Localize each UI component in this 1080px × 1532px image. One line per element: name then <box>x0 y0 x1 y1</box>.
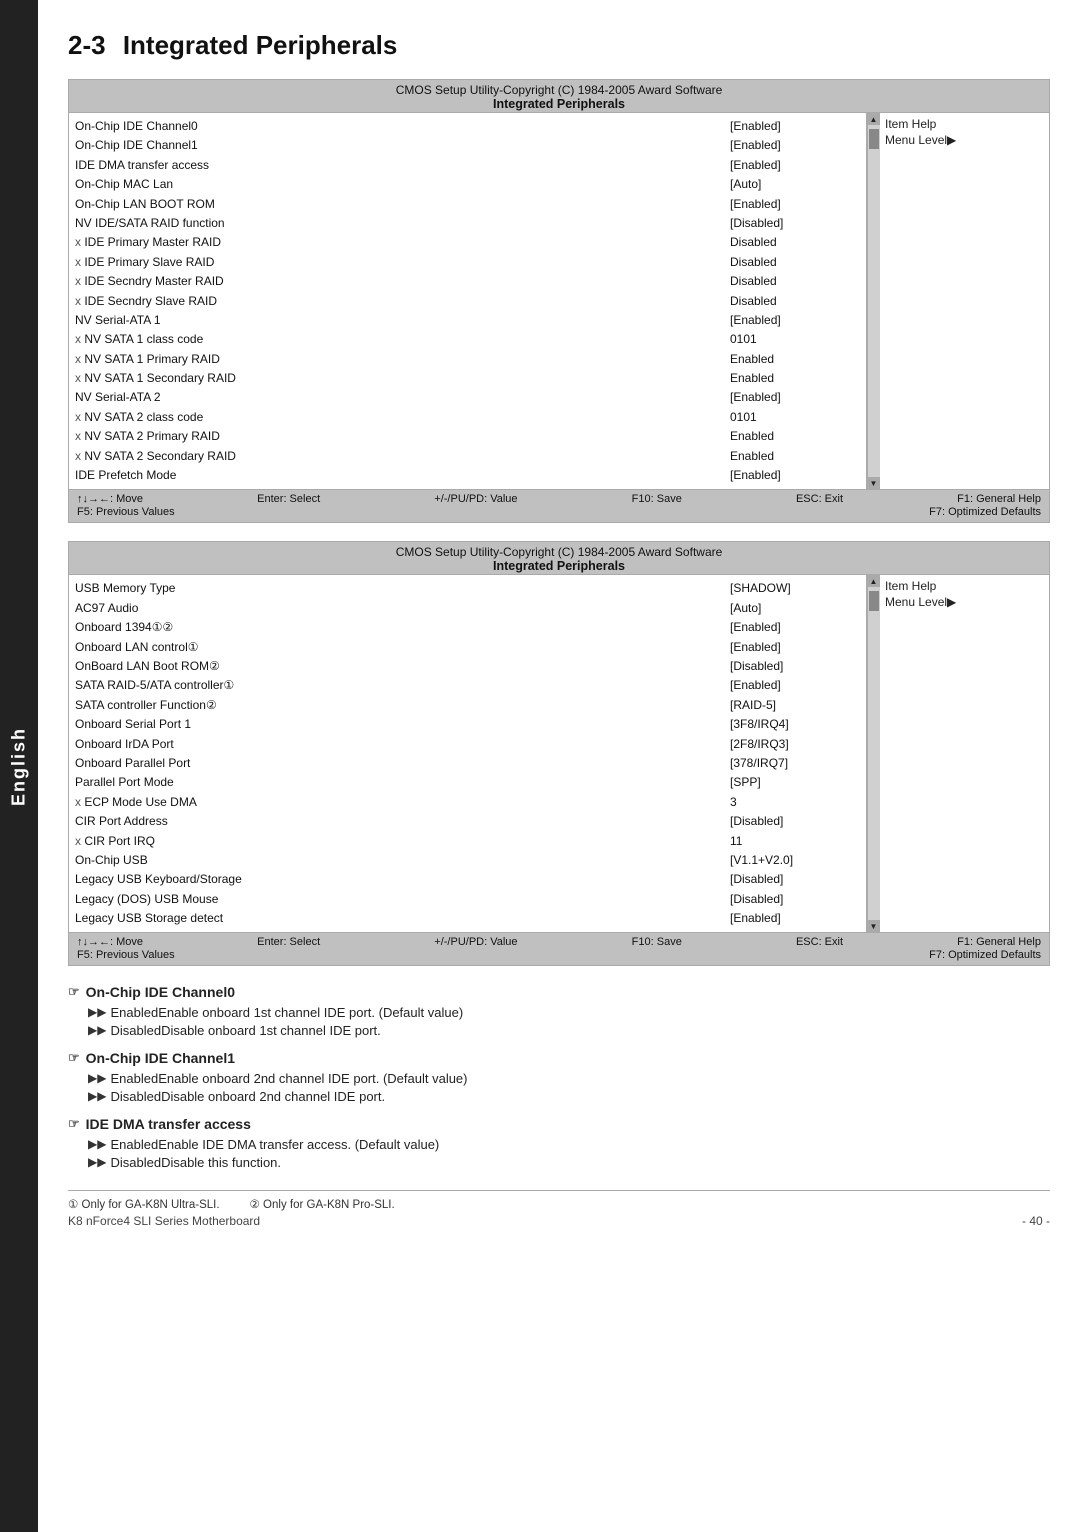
bios-row: NV SATA 2 Primary RAIDEnabled <box>75 427 860 446</box>
bios-header-1: CMOS Setup Utility-Copyright (C) 1984-20… <box>69 80 1049 113</box>
bios-row: IDE Primary Slave RAIDDisabled <box>75 253 860 272</box>
bios-footer-row2-1: F5: Previous Values F7: Optimized Defaul… <box>77 506 1041 518</box>
bios-row: IDE Secndry Master RAIDDisabled <box>75 272 860 291</box>
bios-row: SATA controller Function②[RAID-5] <box>75 696 860 715</box>
bios-row: On-Chip IDE Channel1[Enabled] <box>75 136 860 155</box>
descriptions-container: ☞On-Chip IDE Channel0 ▶▶EnabledEnable onb… <box>68 984 1050 1170</box>
bios-screen-2: CMOS Setup Utility-Copyright (C) 1984-20… <box>68 541 1050 966</box>
bios-scrollbar-2[interactable]: ▲ ▼ <box>867 575 879 932</box>
bios-footer-2: ↑↓→←: Move Enter: Select +/-/PU/PD: Valu… <box>69 932 1049 965</box>
desc-title-on-chip-ide0: ☞On-Chip IDE Channel0 <box>68 984 1050 1000</box>
bios-row: ECP Mode Use DMA3 <box>75 793 860 812</box>
page-title: 2-3 Integrated Peripherals <box>68 30 1050 61</box>
bios-row: AC97 Audio[Auto] <box>75 599 860 618</box>
bullet-arrow-icon: ▶▶ <box>88 1137 106 1151</box>
bios-header-2: CMOS Setup Utility-Copyright (C) 1984-20… <box>69 542 1049 575</box>
bios-scrollbar-1[interactable]: ▲ ▼ <box>867 113 879 489</box>
bios-help-1: Item Help Menu Level▶ <box>879 113 1049 489</box>
bios-row: Legacy USB Storage detect[Enabled] <box>75 909 860 928</box>
bios-row: Onboard Serial Port 1[3F8/IRQ4] <box>75 715 860 734</box>
desc-section-on-chip-ide0: ☞On-Chip IDE Channel0 ▶▶EnabledEnable onb… <box>68 984 1050 1038</box>
scroll-down-2[interactable]: ▼ <box>868 920 880 932</box>
bios-footer-row2-2: F5: Previous Values F7: Optimized Defaul… <box>77 949 1041 961</box>
bios-row: Legacy (DOS) USB Mouse[Disabled] <box>75 890 860 909</box>
footer-notes: ① Only for GA-K8N Ultra-SLI. ② Only for … <box>68 1190 1050 1228</box>
desc-item: ▶▶DisabledDisable this function. <box>68 1155 1050 1170</box>
bullet-arrow-icon: ▶▶ <box>88 1155 106 1169</box>
desc-title-ide-dma: ☞IDE DMA transfer access <box>68 1116 1050 1132</box>
bios-row: SATA RAID-5/ATA controller①[Enabled] <box>75 676 860 695</box>
bios-row: Onboard IrDA Port[2F8/IRQ3] <box>75 735 860 754</box>
bullet-arrow-icon: ▶▶ <box>88 1089 106 1103</box>
bios-row: OnBoard LAN Boot ROM②[Disabled] <box>75 657 860 676</box>
desc-title-on-chip-ide1: ☞On-Chip IDE Channel1 <box>68 1050 1050 1066</box>
scroll-up-1[interactable]: ▲ <box>868 113 880 125</box>
bios-row: On-Chip MAC Lan[Auto] <box>75 175 860 194</box>
bios-row: IDE Prefetch Mode[Enabled] <box>75 466 860 485</box>
bios-footer-1: ↑↓→←: Move Enter: Select +/-/PU/PD: Valu… <box>69 489 1049 522</box>
bios-row: NV Serial-ATA 1[Enabled] <box>75 311 860 330</box>
arrow-icon: ☞ <box>68 1050 80 1066</box>
scroll-up-2[interactable]: ▲ <box>868 575 880 587</box>
desc-item: ▶▶EnabledEnable onboard 1st channel IDE … <box>68 1005 1050 1020</box>
bios-footer-row1-1: ↑↓→←: Move Enter: Select +/-/PU/PD: Valu… <box>77 493 1041 505</box>
bios-row: IDE Primary Master RAIDDisabled <box>75 233 860 252</box>
bios-row: CIR Port Address[Disabled] <box>75 812 860 831</box>
desc-section-ide-dma: ☞IDE DMA transfer access ▶▶EnabledEnable … <box>68 1116 1050 1170</box>
bios-row: USB Memory Type[SHADOW] <box>75 579 860 598</box>
bios-row: NV SATA 1 class code0101 <box>75 330 860 349</box>
bios-row: NV IDE/SATA RAID function[Disabled] <box>75 214 860 233</box>
bios-row: On-Chip LAN BOOT ROM[Enabled] <box>75 195 860 214</box>
bios-row: On-Chip USB[V1.1+V2.0] <box>75 851 860 870</box>
bios-footer-row1-2: ↑↓→←: Move Enter: Select +/-/PU/PD: Valu… <box>77 936 1041 948</box>
desc-item: ▶▶EnabledEnable onboard 2nd channel IDE … <box>68 1071 1050 1086</box>
arrow-icon: ☞ <box>68 984 80 1000</box>
bullet-arrow-icon: ▶▶ <box>88 1023 106 1037</box>
bios-row: NV SATA 2 class code0101 <box>75 408 860 427</box>
bios-main-1: On-Chip IDE Channel0[Enabled]On-Chip IDE… <box>69 113 867 489</box>
bios-row: Onboard LAN control①[Enabled] <box>75 638 860 657</box>
desc-item: ▶▶EnabledEnable IDE DMA transfer access.… <box>68 1137 1050 1152</box>
bios-main-2: USB Memory Type[SHADOW]AC97 Audio[Auto]O… <box>69 575 867 932</box>
bios-help-2: Item Help Menu Level▶ <box>879 575 1049 932</box>
bios-row: NV SATA 2 Secondary RAIDEnabled <box>75 447 860 466</box>
bios-row: NV SATA 1 Primary RAIDEnabled <box>75 350 860 369</box>
desc-section-on-chip-ide1: ☞On-Chip IDE Channel1 ▶▶EnabledEnable onb… <box>68 1050 1050 1104</box>
desc-item: ▶▶DisabledDisable onboard 1st channel ID… <box>68 1023 1050 1038</box>
bios-row: IDE DMA transfer access[Enabled] <box>75 156 860 175</box>
bullet-arrow-icon: ▶▶ <box>88 1005 106 1019</box>
bios-row: Legacy USB Keyboard/Storage[Disabled] <box>75 870 860 889</box>
bios-row: NV Serial-ATA 2[Enabled] <box>75 388 860 407</box>
bios-row: On-Chip IDE Channel0[Enabled] <box>75 117 860 136</box>
scroll-down-1[interactable]: ▼ <box>868 477 880 489</box>
side-tab-english: English <box>0 0 38 1532</box>
bios-row: Onboard 1394①②[Enabled] <box>75 618 860 637</box>
bullet-arrow-icon: ▶▶ <box>88 1071 106 1085</box>
desc-item: ▶▶DisabledDisable onboard 2nd channel ID… <box>68 1089 1050 1104</box>
bios-screen-1: CMOS Setup Utility-Copyright (C) 1984-20… <box>68 79 1050 523</box>
arrow-icon: ☞ <box>68 1116 80 1132</box>
bios-row: IDE Secndry Slave RAIDDisabled <box>75 292 860 311</box>
bios-row: NV SATA 1 Secondary RAIDEnabled <box>75 369 860 388</box>
bios-row: CIR Port IRQ11 <box>75 832 860 851</box>
bios-row: Parallel Port Mode[SPP] <box>75 773 860 792</box>
bios-row: Onboard Parallel Port[378/IRQ7] <box>75 754 860 773</box>
